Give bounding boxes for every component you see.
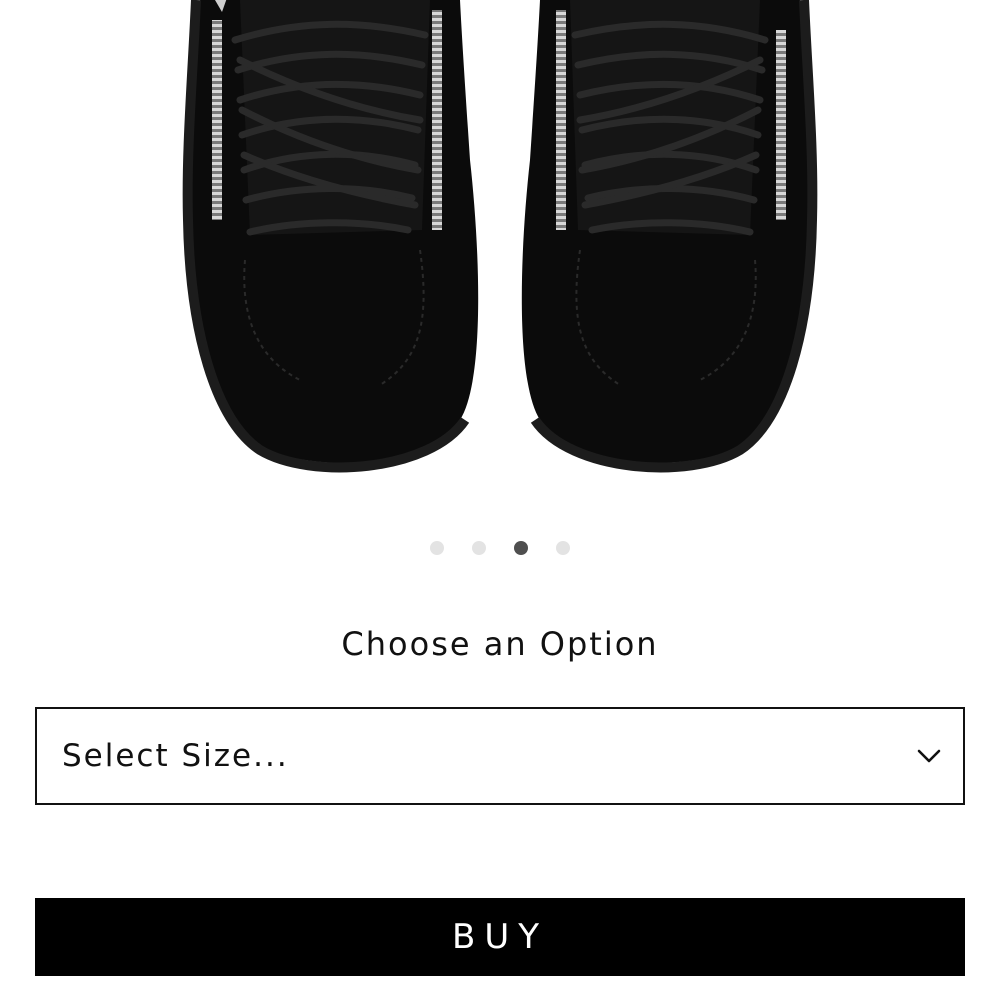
left-shoe <box>182 0 479 473</box>
carousel-dot-active[interactable] <box>514 541 528 555</box>
sneakers-illustration <box>182 0 818 473</box>
right-shoe <box>521 0 818 473</box>
carousel-dot[interactable] <box>430 541 444 555</box>
carousel-dot[interactable] <box>556 541 570 555</box>
size-select[interactable]: Select Size... <box>35 707 965 805</box>
carousel-dot[interactable] <box>472 541 486 555</box>
buy-button[interactable]: BUY <box>35 898 965 976</box>
chevron-down-icon <box>915 742 943 770</box>
carousel-dots <box>0 541 1000 557</box>
size-select-value: Select Size... <box>62 738 289 774</box>
product-image[interactable] <box>0 0 1000 520</box>
option-heading: Choose an Option <box>341 625 659 663</box>
